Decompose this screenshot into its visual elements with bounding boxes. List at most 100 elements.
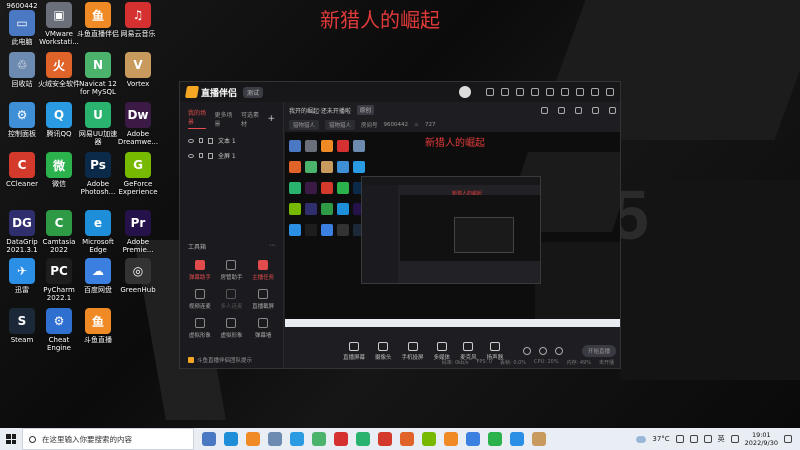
play-icon [436, 341, 447, 351]
tool-button[interactable]: 主播任务 [247, 260, 279, 281]
taskbar-wechat-icon[interactable] [488, 432, 502, 446]
taskbar-search[interactable]: 在这里输入你要搜索的内容 [22, 428, 194, 450]
taskbar-qq-icon[interactable] [290, 432, 304, 446]
bell-icon[interactable] [592, 106, 599, 114]
taskbar-computer-icon[interactable] [202, 432, 216, 446]
mail-icon[interactable] [486, 88, 494, 96]
taskbar-navicat-icon[interactable] [312, 432, 326, 446]
desktop-icon[interactable]: Q 腾讯QQ [37, 102, 81, 138]
more-icon[interactable]: ⋯ [269, 242, 275, 251]
version-badge[interactable]: 测试 [243, 86, 264, 98]
tool-button[interactable]: 视频连麦 [184, 289, 216, 310]
notification-icon[interactable] [784, 435, 792, 443]
tool-button[interactable]: 弹幕墙 [247, 318, 279, 339]
taskbar-douyu-live-icon[interactable] [444, 432, 458, 446]
geforce-icon: G [125, 152, 151, 178]
desktop-icon[interactable]: Ps Adobe Photosh... [76, 152, 120, 196]
volume-icon[interactable] [703, 435, 712, 443]
desktop-icon[interactable]: ⚙ Cheat Engine [37, 308, 81, 352]
desktop-icon[interactable]: 鱼斗鱼直播伴侣 [76, 2, 120, 38]
desktop-icon[interactable]: U 网易UU加速器 [76, 102, 120, 146]
desktop-icon[interactable]: e Microsoft Edge [76, 210, 120, 254]
tool-button[interactable]: 虚拟形象 [184, 318, 216, 339]
desktop-icon[interactable]: 鱼斗鱼直播 [76, 308, 120, 344]
footer-notice[interactable]: 斗鱼直播伴侣团队提示 [188, 356, 252, 364]
eye-icon[interactable] [188, 138, 194, 143]
gift-icon[interactable] [516, 88, 524, 96]
taskbar-vortex-icon[interactable] [532, 432, 546, 446]
taskbar-geforce-icon[interactable] [422, 432, 436, 446]
desktop-icon[interactable]: ◎ GreenHub [116, 258, 160, 294]
desktop-icon[interactable]: ☁ 百度网盘 [76, 258, 120, 294]
settings-icon[interactable] [546, 88, 554, 96]
tool-button[interactable]: 房管助手 [216, 260, 248, 281]
tool-button[interactable]: 虚拟形象 [216, 318, 248, 339]
desktop-icon[interactable]: Pr Adobe Premie... [116, 210, 160, 254]
desktop-icon[interactable]: 微微信 [37, 152, 81, 188]
screen-icon[interactable] [501, 88, 509, 96]
desktop-icon[interactable]: G GeForce Experience [116, 152, 160, 196]
taskbar-edge-icon[interactable] [224, 432, 238, 446]
lock-icon[interactable] [199, 153, 203, 158]
input-method-icon[interactable] [730, 435, 739, 443]
add-scene-icon[interactable]: + [267, 114, 275, 124]
lock-icon[interactable] [199, 138, 203, 143]
scene-item[interactable]: 全屏 1 [180, 148, 283, 163]
settings-icon[interactable] [555, 347, 564, 355]
taskbar-recycle-bin-icon[interactable] [268, 432, 282, 446]
tool-button[interactable]: 弹幕助手 [184, 260, 216, 281]
share-icon[interactable] [575, 106, 582, 114]
record-icon[interactable] [523, 347, 532, 355]
taskbar-xunlei-icon[interactable] [510, 432, 524, 446]
menu-icon[interactable] [561, 88, 569, 96]
category-chip[interactable]: 猎物猎人 [289, 120, 320, 130]
search-input[interactable]: 在这里输入你要搜索的内容 [42, 434, 132, 445]
eye-icon[interactable] [539, 347, 548, 355]
tool-icon [194, 318, 205, 328]
people-icon[interactable] [609, 106, 616, 114]
tool-icon [226, 289, 237, 299]
taskbar-douyu-icon[interactable] [246, 432, 260, 446]
room-title[interactable]: 我开的崛起·还未开播啦 [289, 106, 351, 115]
desktop-icon[interactable]: 火火绒安全软件 [37, 52, 81, 88]
eye-icon[interactable] [188, 153, 194, 158]
heat-icon: ♨ [414, 122, 419, 128]
stream-preview[interactable]: 新猎人的崛起 新猎人的崛起 [285, 132, 620, 327]
lock-icon[interactable] [558, 106, 565, 114]
clock[interactable]: 19:01 2022/9/30 [745, 431, 778, 447]
category-chip[interactable]: 猎物猎人 [325, 120, 356, 130]
tab-more-scenes[interactable]: 更多场景 [214, 110, 232, 128]
start-button[interactable] [0, 428, 22, 450]
taskbar-ccleaner-icon[interactable] [378, 432, 392, 446]
tab-materials[interactable]: 可选素材 [241, 110, 259, 128]
desktop-icon[interactable]: PC PyCharm 2022.1 [37, 258, 81, 302]
tray-chevron-icon[interactable] [675, 435, 684, 443]
taskbar-netease-music-icon[interactable] [334, 432, 348, 446]
desktop-icon[interactable]: C Camtasia 2022 [37, 210, 81, 254]
taskbar-uu-icon[interactable] [356, 432, 370, 446]
tool-button[interactable]: 直播截屏 [247, 289, 279, 310]
desktop-icon[interactable]: V Vortex [116, 52, 160, 88]
maximize-icon[interactable] [591, 88, 599, 96]
desktop-icon[interactable]: ▣ VMware Workstati... [37, 2, 81, 46]
network-icon[interactable] [689, 435, 698, 443]
ime-indicator[interactable]: 英 [718, 434, 725, 444]
notification-icon[interactable] [541, 106, 548, 114]
message-icon[interactable] [531, 88, 539, 96]
desktop-icon[interactable]: Dw Adobe Dreamwe... [116, 102, 160, 146]
minimize-icon[interactable] [576, 88, 584, 96]
desktop-icon-label: Camtasia 2022 [42, 238, 76, 254]
tab-my-scenes[interactable]: 我的场景 [188, 108, 207, 129]
preview-greenhub-icon [337, 224, 349, 236]
weather-temp[interactable]: 37°C [652, 435, 669, 443]
close-icon[interactable] [606, 88, 614, 96]
desktop-icon[interactable]: N Navicat 12 for MySQL [76, 52, 120, 96]
room-tag[interactable]: 原创 [356, 105, 374, 115]
taskbar-baidu-netdisk-icon[interactable] [466, 432, 480, 446]
avatar[interactable] [459, 86, 471, 98]
desktop-icon[interactable]: ♫ 网易云音乐 [116, 2, 160, 38]
taskbar-huorong-icon[interactable] [400, 432, 414, 446]
weather-icon[interactable] [636, 435, 647, 443]
desktop-icon-label: Vortex [126, 80, 150, 88]
scene-item[interactable]: 文本 1 [180, 133, 283, 148]
